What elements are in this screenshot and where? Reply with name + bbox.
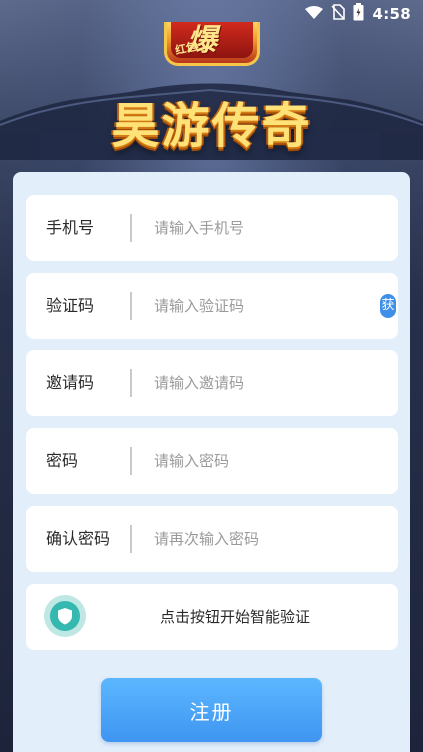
invite-label: 邀请码 xyxy=(46,373,95,392)
confirm-password-field-row: 确认密码 xyxy=(26,506,398,572)
confirm-password-label: 确认密码 xyxy=(46,529,111,548)
verify-label: 点击按钮开始智能验证 xyxy=(159,608,310,626)
status-time: 4:58 xyxy=(372,5,411,23)
password-field-row: 密码 xyxy=(26,428,398,494)
password-input[interactable] xyxy=(154,446,354,476)
confirm-password-input[interactable] xyxy=(154,524,354,554)
code-field-row: 验证码 获 xyxy=(26,273,398,339)
code-label: 验证码 xyxy=(46,296,95,315)
battery-icon xyxy=(353,3,364,25)
phone-input[interactable] xyxy=(154,213,354,243)
divider xyxy=(130,214,132,242)
phone-field-row: 手机号 xyxy=(26,195,398,261)
wifi-icon xyxy=(305,5,324,24)
divider xyxy=(130,369,132,397)
app-title: 昊游传奇 xyxy=(111,98,312,154)
status-bar: 4:58 xyxy=(0,0,423,28)
divider xyxy=(130,525,132,553)
app-logo: 爆 红包 xyxy=(164,22,260,66)
code-input[interactable] xyxy=(154,291,354,321)
get-code-button[interactable]: 获 xyxy=(380,294,396,318)
password-label: 密码 xyxy=(46,451,79,470)
divider xyxy=(130,447,132,475)
divider xyxy=(130,292,132,320)
no-sim-icon xyxy=(331,4,346,24)
phone-label: 手机号 xyxy=(46,218,95,237)
register-button[interactable]: 注册 xyxy=(101,678,322,742)
invite-field-row: 邀请码 xyxy=(26,350,398,416)
smart-verify-button[interactable]: 点击按钮开始智能验证 xyxy=(26,584,398,650)
invite-code-input[interactable] xyxy=(154,368,354,398)
